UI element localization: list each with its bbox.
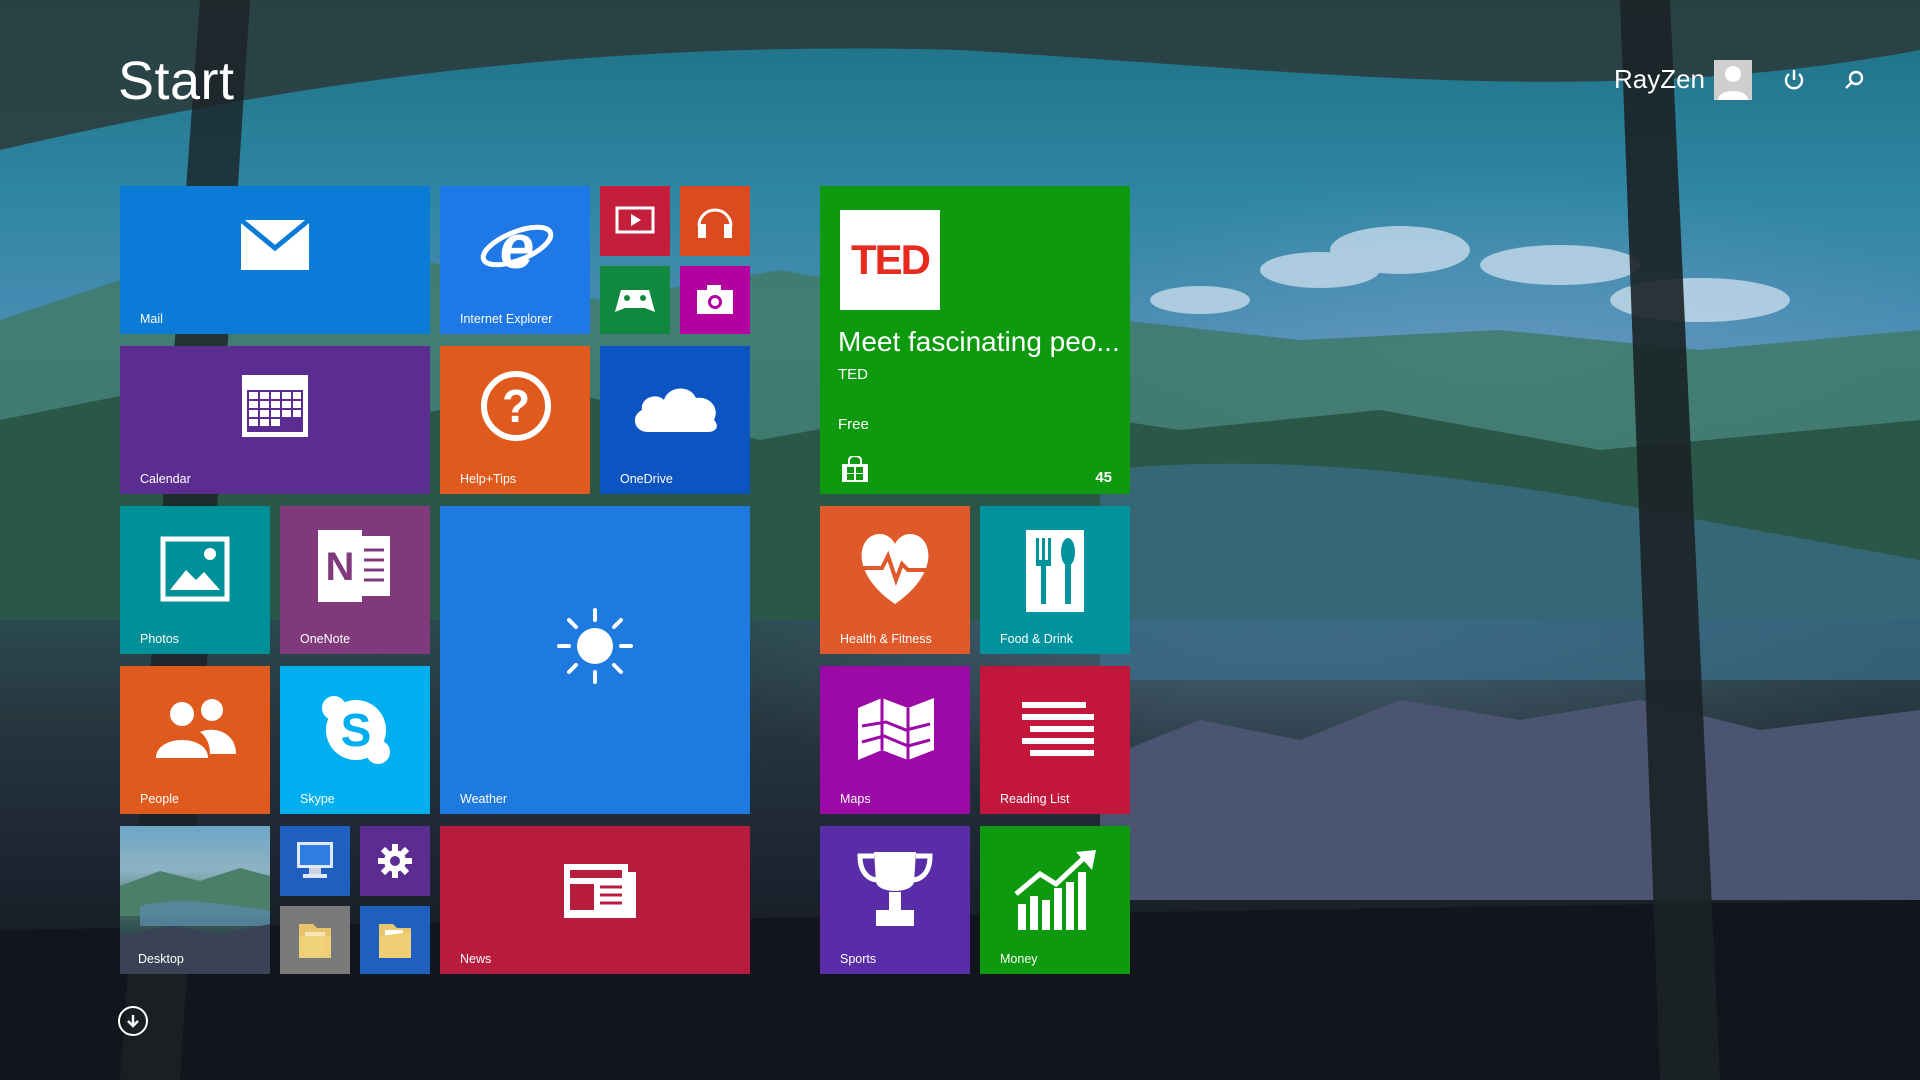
- onenote-tile[interactable]: N OneNote: [280, 506, 430, 654]
- ted-logo-text: TED: [851, 236, 931, 283]
- skype-tile[interactable]: S Skype: [280, 666, 430, 814]
- pc-settings-tile[interactable]: [360, 826, 430, 896]
- svg-text:N: N: [326, 545, 355, 589]
- cloud-icon: [634, 388, 717, 432]
- svg-text:e: e: [500, 213, 534, 282]
- store-bag-icon: [842, 456, 868, 482]
- search-icon[interactable]: [1836, 62, 1872, 98]
- svg-text:?: ?: [502, 380, 530, 432]
- people-label: People: [140, 792, 179, 806]
- gear-icon: [378, 844, 412, 878]
- user-avatar-icon[interactable]: [1714, 60, 1752, 100]
- internet-explorer-tile[interactable]: e Internet Explorer: [440, 186, 590, 334]
- camera-icon: [697, 285, 733, 314]
- calendar-label: Calendar: [140, 472, 191, 486]
- mail-icon: [239, 218, 311, 270]
- help-tips-label: Help+Tips: [460, 472, 517, 486]
- onedrive-tile[interactable]: OneDrive: [600, 346, 750, 494]
- ted-logo: TED: [840, 210, 940, 310]
- all-apps-arrow-icon[interactable]: [118, 1006, 148, 1036]
- ted-publisher: TED: [838, 366, 868, 383]
- start-title: Start: [118, 51, 235, 111]
- weather-label: Weather: [460, 792, 508, 806]
- newspaper-icon: [564, 864, 636, 918]
- food-drink-label: Food & Drink: [1000, 632, 1073, 646]
- ted-headline: Meet fascinating peo...: [838, 326, 1120, 357]
- user-name[interactable]: RayZen: [1614, 64, 1705, 95]
- onenote-icon: N: [318, 530, 390, 602]
- sun-icon: [557, 608, 633, 684]
- skype-icon: S: [322, 696, 390, 764]
- mail-label: Mail: [140, 312, 163, 326]
- health-fitness-tile[interactable]: Health & Fitness: [820, 506, 970, 654]
- folder-icon: [379, 924, 411, 958]
- food-drink-tile[interactable]: Food & Drink: [980, 506, 1130, 654]
- ted-app-tile[interactable]: TED Meet fascinating peo... TED Free 45: [820, 186, 1130, 494]
- camera-tile[interactable]: [680, 266, 750, 334]
- photos-icon: [160, 536, 230, 602]
- help-tips-tile[interactable]: ? Help+Tips: [440, 346, 590, 494]
- games-tile[interactable]: [600, 266, 670, 334]
- people-icon: [156, 699, 236, 758]
- photos-label: Photos: [140, 632, 179, 646]
- reading-list-label: Reading List: [1000, 792, 1070, 806]
- stock-chart-icon: [1014, 850, 1096, 930]
- onedrive-label: OneDrive: [620, 472, 673, 486]
- map-icon: [858, 698, 934, 760]
- game-controller-icon: [615, 290, 655, 312]
- cloud-shapes: [1150, 226, 1790, 322]
- maps-label: Maps: [840, 792, 871, 806]
- file-explorer-tile[interactable]: [280, 906, 350, 974]
- mail-tile[interactable]: Mail: [120, 186, 430, 334]
- ted-notification-count: 45: [1095, 469, 1112, 486]
- money-label: Money: [1000, 952, 1038, 966]
- calendar-tile[interactable]: Calendar: [120, 346, 430, 494]
- news-tile[interactable]: News: [440, 826, 750, 974]
- desktop-tile[interactable]: Desktop: [120, 826, 270, 974]
- this-pc-tile[interactable]: [280, 826, 350, 896]
- internet-explorer-icon: e: [480, 213, 554, 282]
- fork-knife-icon: [1026, 530, 1084, 612]
- video-icon: [615, 206, 655, 234]
- svg-text:S: S: [341, 704, 372, 756]
- photos-tile[interactable]: Photos: [120, 506, 270, 654]
- music-tile[interactable]: [680, 186, 750, 256]
- desktop-label: Desktop: [138, 952, 184, 966]
- onenote-label: OneNote: [300, 632, 351, 646]
- documents-folder-tile[interactable]: [360, 906, 430, 974]
- maps-tile[interactable]: Maps: [820, 666, 970, 814]
- reading-list-icon: [1022, 702, 1094, 756]
- money-tile[interactable]: Money: [980, 826, 1130, 974]
- video-tile[interactable]: [600, 186, 670, 256]
- help-question-icon: ?: [481, 371, 551, 441]
- health-fitness-label: Health & Fitness: [840, 632, 932, 646]
- sports-tile[interactable]: Sports: [820, 826, 970, 974]
- trophy-icon: [857, 852, 933, 926]
- skype-label: Skype: [300, 792, 335, 806]
- power-icon[interactable]: [1776, 62, 1812, 98]
- weather-tile[interactable]: Weather: [440, 506, 750, 814]
- sports-label: Sports: [840, 952, 877, 966]
- computer-icon: [297, 842, 333, 878]
- folder-icon: [299, 924, 331, 958]
- rocks: [1100, 700, 1920, 900]
- calendar-icon: [242, 375, 308, 437]
- people-tile[interactable]: People: [120, 666, 270, 814]
- internet-explorer-label: Internet Explorer: [460, 312, 553, 326]
- ted-price: Free: [838, 416, 869, 433]
- news-label: News: [460, 952, 492, 966]
- reading-list-tile[interactable]: Reading List: [980, 666, 1130, 814]
- heart-pulse-icon: [861, 534, 929, 604]
- headphones-icon: [697, 208, 733, 238]
